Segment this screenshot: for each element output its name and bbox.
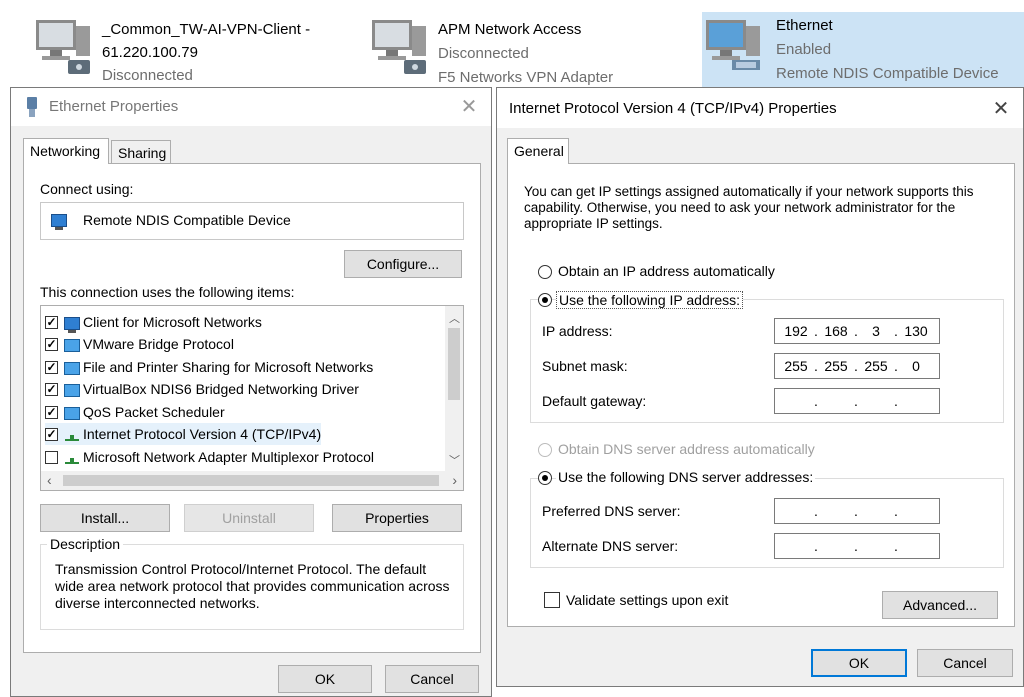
- validate-label[interactable]: Validate settings upon exit: [566, 592, 728, 608]
- checkbox[interactable]: [45, 450, 58, 464]
- advanced-button[interactable]: Advanced...: [882, 591, 998, 619]
- ethernet-computer-icon: [706, 20, 760, 70]
- use-following-dns-label[interactable]: Use the following DNS server addresses:: [556, 469, 816, 485]
- connection-device: Remote NDIS Compatible Device: [776, 65, 999, 82]
- description-group: Description Transmission Control Protoco…: [40, 536, 464, 630]
- use-following-ip-radio[interactable]: [538, 293, 552, 307]
- connection-vpn-client[interactable]: _Common_TW-AI-VPN-Client - 61.220.100.79…: [32, 8, 332, 88]
- cancel-button[interactable]: Cancel: [917, 649, 1013, 677]
- titlebar: Internet Protocol Version 4 (TCP/IPv4) P…: [497, 88, 1023, 128]
- device-box: Remote NDIS Compatible Device: [40, 202, 464, 240]
- connection-name: _Common_TW-AI-VPN-Client -: [102, 21, 311, 38]
- ip-address-label: IP address:: [542, 323, 613, 339]
- install-button[interactable]: Install...: [40, 504, 170, 532]
- use-following-ip-label[interactable]: Use the following IP address:: [556, 291, 744, 309]
- properties-button[interactable]: Properties: [332, 504, 462, 532]
- uninstall-button[interactable]: Uninstall: [184, 504, 314, 532]
- obtain-ip-auto-radio[interactable]: [538, 265, 552, 279]
- service-icon: [64, 338, 80, 352]
- titlebar: Ethernet Properties ✕: [11, 88, 491, 126]
- cancel-button[interactable]: Cancel: [385, 665, 479, 693]
- chevron-down-icon[interactable]: ﹀: [449, 452, 460, 468]
- chevron-left-icon[interactable]: ‹: [47, 472, 52, 488]
- scrollbar-thumb[interactable]: [63, 475, 439, 486]
- connection-ethernet[interactable]: Ethernet Enabled Remote NDIS Compatible …: [702, 12, 1024, 88]
- scrollbar-thumb[interactable]: [448, 328, 460, 400]
- protocol-icon: [64, 452, 80, 465]
- items-label: This connection uses the following items…: [40, 284, 295, 300]
- network-computer-icon: [372, 20, 426, 74]
- network-client-icon: [64, 316, 80, 333]
- obtain-dns-auto-label[interactable]: Obtain DNS server address automatically: [558, 441, 815, 457]
- validate-checkbox[interactable]: [544, 592, 560, 608]
- use-following-dns-radio[interactable]: [538, 471, 552, 485]
- default-gateway-label: Default gateway:: [542, 393, 647, 409]
- intro-text: You can get IP settings assigned automat…: [524, 184, 974, 231]
- alternate-dns-label: Alternate DNS server:: [542, 538, 679, 554]
- ethernet-plug-icon: [27, 97, 37, 117]
- connection-status: Disconnected: [102, 67, 193, 84]
- checkbox[interactable]: ✓: [45, 337, 58, 351]
- description-text: Transmission Control Protocol/Internet P…: [55, 561, 450, 611]
- service-icon: [64, 406, 80, 420]
- dialog-title: Ethernet Properties: [49, 98, 179, 115]
- horizontal-scrollbar[interactable]: ‹ ›: [41, 471, 463, 490]
- alternate-dns-field[interactable]: ...: [774, 533, 940, 559]
- ok-button[interactable]: OK: [811, 649, 907, 677]
- connection-apm[interactable]: APM Network Access Disconnected F5 Netwo…: [368, 8, 688, 88]
- checkbox[interactable]: ✓: [45, 427, 58, 441]
- configure-button[interactable]: Configure...: [344, 250, 462, 278]
- network-adapter-icon: [51, 214, 67, 230]
- connection-name: APM Network Access: [438, 21, 582, 38]
- subnet-mask-label: Subnet mask:: [542, 358, 628, 374]
- service-icon: [64, 361, 80, 375]
- list-item-selected[interactable]: ✓ Internet Protocol Version 4 (TCP/IPv4): [45, 423, 322, 445]
- general-panel: You can get IP settings assigned automat…: [507, 163, 1015, 627]
- chevron-up-icon[interactable]: ︿: [449, 310, 460, 326]
- list-item[interactable]: ✓ QoS Packet Scheduler: [45, 401, 225, 423]
- list-item[interactable]: Microsoft Network Adapter Multiplexor Pr…: [45, 446, 374, 468]
- description-label: Description: [47, 536, 124, 552]
- subnet-mask-field[interactable]: 255. 255. 255. 0: [774, 353, 940, 379]
- connection-name-ip: 61.220.100.79: [102, 44, 198, 61]
- list-item[interactable]: ✓ VirtualBox NDIS6 Bridged Networking Dri…: [45, 378, 359, 400]
- close-icon[interactable]: ✕: [989, 96, 1013, 121]
- service-icon: [64, 383, 80, 397]
- ethernet-properties-dialog: Ethernet Properties ✕ Networking Sharing…: [10, 87, 492, 697]
- tab-general[interactable]: General: [507, 138, 569, 164]
- tab-networking[interactable]: Networking: [23, 138, 109, 164]
- obtain-ip-auto-label[interactable]: Obtain an IP address automatically: [558, 263, 775, 279]
- checkbox[interactable]: ✓: [45, 405, 58, 419]
- obtain-dns-auto-radio[interactable]: [538, 443, 552, 457]
- close-icon[interactable]: ✕: [457, 94, 481, 119]
- ip-address-field[interactable]: 192. 168. 3. 130: [774, 318, 940, 344]
- connection-status: Disconnected: [438, 45, 529, 62]
- network-computer-icon: [36, 20, 90, 74]
- preferred-dns-label: Preferred DNS server:: [542, 503, 681, 519]
- networking-panel: Connect using: Remote NDIS Compatible De…: [23, 163, 481, 653]
- connection-name: Ethernet: [776, 17, 833, 34]
- default-gateway-field[interactable]: ...: [774, 388, 940, 414]
- connect-using-label: Connect using:: [40, 181, 134, 197]
- vertical-scrollbar[interactable]: ︿ ﹀: [445, 306, 463, 471]
- tab-sharing[interactable]: Sharing: [111, 140, 171, 164]
- protocol-icon: [64, 429, 80, 442]
- list-item[interactable]: ✓ File and Printer Sharing for Microsoft …: [45, 356, 373, 378]
- preferred-dns-field[interactable]: ...: [774, 498, 940, 524]
- checkbox[interactable]: ✓: [45, 382, 58, 396]
- chevron-right-icon[interactable]: ›: [452, 472, 457, 488]
- checkbox[interactable]: ✓: [45, 360, 58, 374]
- connection-status: Enabled: [776, 41, 832, 58]
- ipv4-properties-dialog: Internet Protocol Version 4 (TCP/IPv4) P…: [496, 87, 1024, 687]
- device-name: Remote NDIS Compatible Device: [83, 212, 291, 228]
- ok-button[interactable]: OK: [278, 665, 372, 693]
- items-list: ✓ Client for Microsoft Networks ✓ VMware B…: [40, 305, 464, 491]
- list-item[interactable]: ✓ VMware Bridge Protocol: [45, 333, 234, 355]
- list-item[interactable]: ✓ Client for Microsoft Networks: [45, 311, 262, 333]
- dialog-title: Internet Protocol Version 4 (TCP/IPv4) P…: [509, 100, 837, 117]
- checkbox[interactable]: ✓: [45, 315, 58, 329]
